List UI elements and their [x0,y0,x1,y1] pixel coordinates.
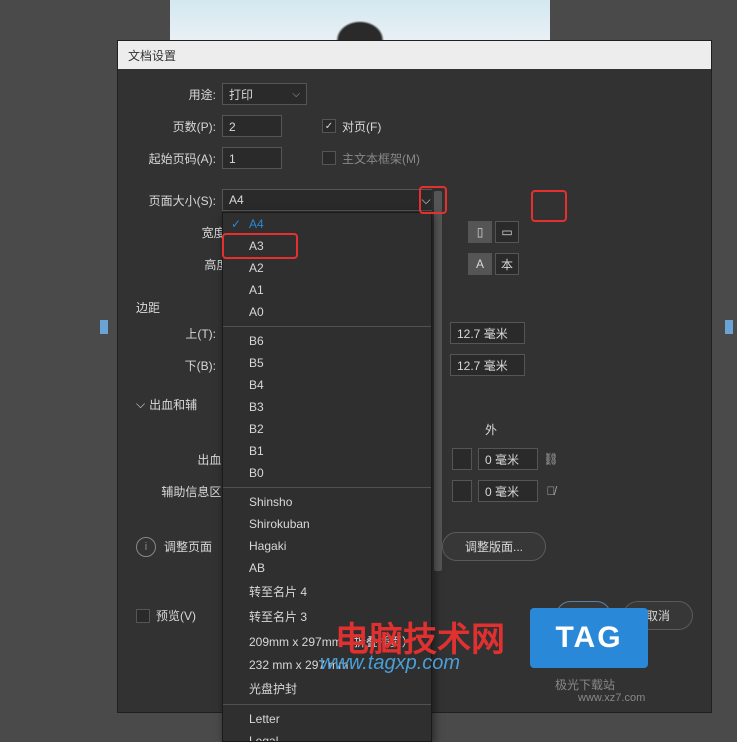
dropdown-scrollbar[interactable] [434,191,442,571]
dropdown-item[interactable]: A2 [223,257,431,279]
dropdown-item[interactable]: B4 [223,374,431,396]
bleed-expand-toggle[interactable]: ⌵ 出血和辅 [136,396,197,413]
textframe-checkbox[interactable] [322,151,336,165]
pages-input[interactable]: 2 [222,115,282,137]
slug-label: 辅助信息区(U [136,483,234,500]
link-icon[interactable]: ⛓ [542,448,560,470]
orient-portrait-button[interactable]: ▯ [468,221,492,243]
dropdown-item[interactable]: AB [223,557,431,579]
purpose-label: 用途: [136,86,216,103]
dialog-title: 文档设置 [118,41,711,69]
dropdown-item[interactable]: B0 [223,462,431,484]
purpose-select[interactable]: 打印⌵ [222,83,307,105]
dropdown-item[interactable]: Shinsho [223,491,431,513]
start-page-label: 起始页码(A): [136,150,216,167]
bind-right-button[interactable]: 本 [495,253,519,275]
dropdown-item[interactable]: A1 [223,279,431,301]
bleed-outer-input[interactable]: 0 毫米 [478,448,538,470]
margin-inner-input[interactable]: 12.7 毫米 [450,322,525,344]
dropdown-item[interactable]: B3 [223,396,431,418]
dropdown-item[interactable]: B6 [223,330,431,352]
dropdown-item[interactable]: Hagaki [223,535,431,557]
tag-url: www.xz7.com [578,692,645,704]
dropdown-item[interactable]: 转至名片 4 [223,579,431,604]
pages-label: 页数(P): [136,118,216,135]
dropdown-item[interactable]: B2 [223,418,431,440]
page-size-label: 页面大小(S): [136,192,216,209]
tag-badge: TAG [530,608,648,668]
margin-outer-input[interactable]: 12.7 毫米 [450,354,525,376]
start-page-input[interactable]: 1 [222,147,282,169]
facing-label: 对页(F) [342,118,381,135]
chevron-down-icon: ⌵ [292,89,300,100]
info-icon: i [136,537,156,557]
textframe-label: 主文本框架(M) [342,150,420,167]
chevron-down-icon: ⌵ [136,397,145,412]
dropdown-item[interactable]: B1 [223,440,431,462]
dropdown-item[interactable]: A3 [223,235,431,257]
margin-bottom-label: 下(B): [136,357,216,374]
slug-field[interactable] [452,480,472,502]
bleed-field[interactable] [452,448,472,470]
unlink-icon[interactable]: ⛓̸ [542,480,560,502]
dropdown-item[interactable]: Letter [223,708,431,730]
page-size-select[interactable]: A4 ⌵ [222,189,442,211]
bind-left-button[interactable]: A [468,253,492,275]
watermark-url: www.tagxp.com [320,652,460,675]
margin-top-label: 上(T): [136,325,216,342]
slug-outer-input[interactable]: 0 毫米 [478,480,538,502]
dropdown-item[interactable]: Legal [223,730,431,742]
bleed-label: 出血(D [136,451,234,468]
facing-checkbox[interactable] [322,119,336,133]
dropdown-item[interactable]: Shirokuban [223,513,431,535]
dropdown-item[interactable]: 光盘护封 [223,676,431,701]
dropdown-item[interactable]: A0 [223,301,431,323]
dropdown-item[interactable]: B5 [223,352,431,374]
outer-column-label: 外 [461,421,521,438]
adjust-layout-button[interactable]: 调整版面... [442,532,546,561]
preview-label: 预览(V) [156,607,196,624]
dropdown-item[interactable]: A4 [223,213,431,235]
orient-landscape-button[interactable]: ▭ [495,221,519,243]
preview-checkbox[interactable] [136,609,150,623]
tag-sub-text: 极光下载站 [555,676,615,693]
adjust-page-label: 调整页面 [164,538,212,555]
